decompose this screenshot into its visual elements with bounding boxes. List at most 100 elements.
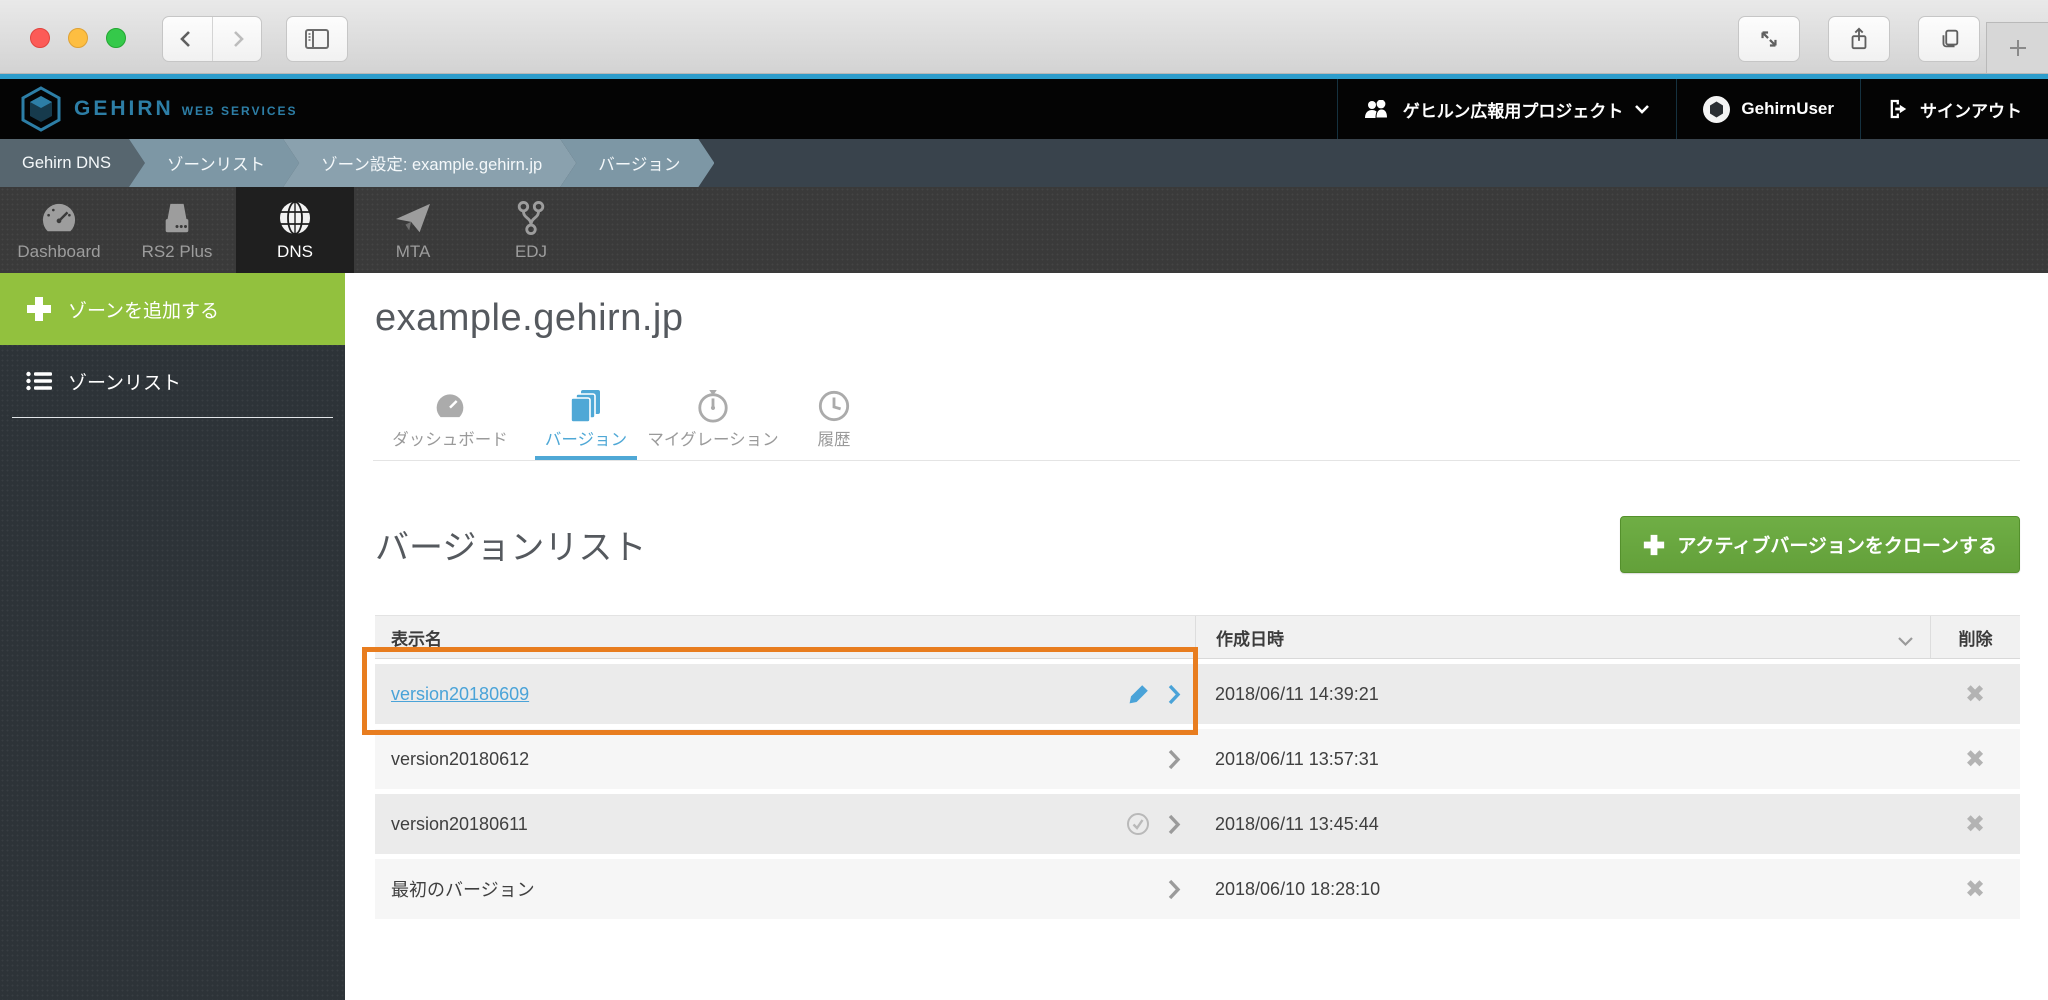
paper-plane-icon [394,198,432,236]
fullscreen-button[interactable] [1738,16,1800,62]
breadcrumb-item-zone-settings[interactable]: ゾーン設定: example.gehirn.jp [283,139,576,187]
add-zone-button[interactable]: ゾーンを追加する [0,273,345,345]
zone-title: example.gehirn.jp [375,297,2020,340]
gehirn-logo[interactable]: GEHIRNWEB SERVICES [0,79,298,139]
column-header-created[interactable]: 作成日時 [1195,616,1930,658]
version-name-link[interactable]: version20180609 [391,684,529,705]
nav-label: Dashboard [17,242,100,262]
signout-icon [1887,98,1909,120]
tab-label: バージョン [525,430,647,451]
chevron-down-icon [1634,104,1650,114]
chevron-right-icon[interactable] [1168,814,1181,835]
version-table: 表示名 作成日時 削除 version20180609 [375,615,2020,919]
breadcrumb-label: バージョン [598,151,680,175]
zoom-window-button[interactable] [106,28,126,48]
history-nav-group [162,16,262,62]
created-at: 2018/06/11 13:45:44 [1195,794,1930,854]
share-icon [1847,26,1871,52]
version-name: 最初のバージョン [391,876,535,902]
column-header-name: 表示名 [375,616,1195,658]
table-row: version20180611 2018/06/11 13:45:44 [375,794,2020,854]
show-tabs-button[interactable] [1918,16,1980,62]
created-at: 2018/06/11 13:57:31 [1195,729,1930,789]
nav-item-dashboard[interactable]: Dashboard [0,187,118,273]
chevron-right-icon[interactable] [1168,684,1181,705]
close-window-button[interactable] [30,28,50,48]
version-name: version20180611 [391,814,528,835]
stopwatch-icon [647,386,779,426]
breadcrumb-label: ゾーンリスト [167,151,265,175]
active-check-circle-icon [1126,812,1150,836]
browser-titlebar [0,0,2048,74]
gauge-icon [40,198,78,236]
zone-list-label: ゾーンリスト [68,368,181,395]
delete-version-button[interactable]: ✖ [1965,810,1985,838]
share-button[interactable] [1828,16,1890,62]
chevron-right-icon[interactable] [1168,879,1181,900]
sidebar-icon [304,28,330,50]
tab-version[interactable]: バージョン [525,384,647,451]
table-header-row: 表示名 作成日時 削除 [375,615,2020,659]
signout-button[interactable]: サインアウト [1860,79,2048,139]
project-name: ゲヒルン広報用プロジェクト [1403,97,1624,122]
user-avatar [1703,96,1730,123]
new-tab-button[interactable] [1986,22,2048,74]
server-icon [159,198,195,236]
signout-label: サインアウト [1920,97,2022,122]
add-zone-label: ゾーンを追加する [68,296,219,323]
tabs-overview-icon [1937,27,1961,51]
created-at: 2018/06/11 14:39:21 [1195,664,1930,724]
column-header-label: 作成日時 [1216,625,1284,650]
breadcrumb-item-gehirn-dns[interactable]: Gehirn DNS [0,139,145,187]
tab-label: ダッシュボード [375,430,525,451]
brand-subtitle: WEB SERVICES [182,104,298,118]
window-controls [30,28,126,48]
people-icon [1364,100,1392,118]
tab-dashboard[interactable]: ダッシュボード [375,384,525,451]
nav-label: RS2 Plus [142,242,213,262]
plus-icon [2007,37,2029,59]
sidebar-item-zone-list[interactable]: ゾーンリスト [0,345,345,417]
user-menu[interactable]: GehirnUser [1676,79,1860,139]
delete-version-button[interactable]: ✖ [1965,745,1985,773]
minimize-window-button[interactable] [68,28,88,48]
nav-item-edj[interactable]: EDJ [472,187,590,273]
list-icon [26,371,52,391]
column-header-delete: 削除 [1930,616,2020,658]
main-content: example.gehirn.jp ダッシュボード [345,273,2048,1000]
sidebar-divider [12,417,333,418]
clock-icon [779,386,889,426]
edit-pencil-icon[interactable] [1128,683,1150,705]
sidebar: ゾーンを追加する ゾーンリスト [0,273,345,1000]
created-at: 2018/06/10 18:28:10 [1195,859,1930,919]
nav-item-dns[interactable]: DNS [236,187,354,273]
nav-item-mta[interactable]: MTA [354,187,472,273]
clone-active-version-button[interactable]: アクティブバージョンをクローンする [1620,516,2020,573]
nav-label: EDJ [515,242,547,262]
fullscreen-icon [1757,27,1781,51]
clone-button-label: アクティブバージョンをクローンする [1677,531,1997,558]
chevron-right-icon[interactable] [1168,749,1181,770]
avatar-hexagon-icon [1709,101,1724,118]
chevron-left-icon [176,28,198,50]
toggle-sidebar-button[interactable] [286,16,348,62]
back-button[interactable] [163,17,212,61]
tab-migration[interactable]: マイグレーション [647,384,779,451]
delete-version-button[interactable]: ✖ [1965,680,1985,708]
user-name: GehirnUser [1741,99,1834,119]
sort-chevron-icon[interactable] [1897,632,1914,652]
delete-version-button[interactable]: ✖ [1965,875,1985,903]
breadcrumb-label: ゾーン設定: example.gehirn.jp [321,151,542,175]
breadcrumb-item-zone-list[interactable]: ゾーンリスト [129,139,299,187]
gauge-icon [375,386,525,426]
breadcrumb-item-version[interactable]: バージョン [560,139,714,187]
gehirn-hexagon-icon [20,86,62,132]
stacked-pages-icon [525,386,647,426]
tabs-divider [373,460,2020,461]
tab-history[interactable]: 履歴 [779,384,889,451]
project-switcher[interactable]: ゲヒルン広報用プロジェクト [1337,79,1677,139]
zone-tabs: ダッシュボード バージョン [375,384,2020,480]
tab-label: 履歴 [779,430,889,451]
forward-button[interactable] [212,17,262,61]
nav-item-rs2-plus[interactable]: RS2 Plus [118,187,236,273]
